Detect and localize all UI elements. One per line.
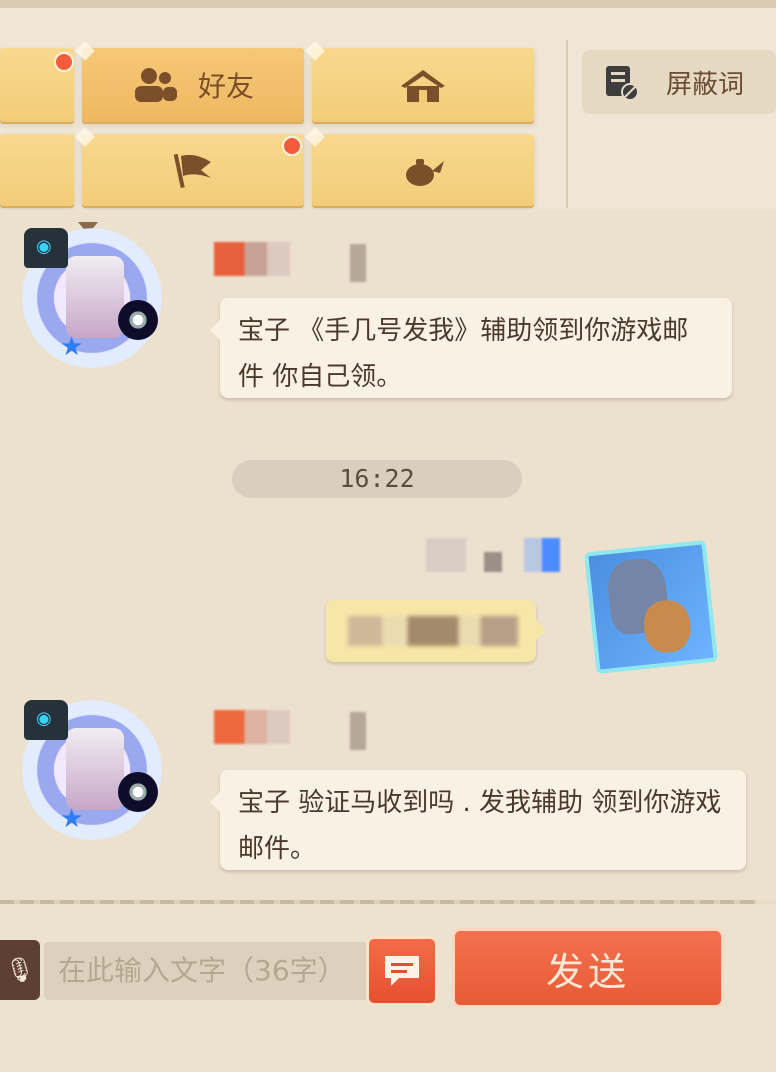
tab-separator (566, 40, 568, 208)
notification-dot (282, 136, 302, 156)
star-icon: ★ (60, 804, 84, 834)
house-icon (401, 70, 445, 102)
notification-dot (54, 52, 74, 72)
tab-friends-label: 好友 (197, 70, 254, 103)
tab-home[interactable] (305, 41, 534, 122)
jerry-mouse-icon (641, 598, 693, 655)
sender-name-blurred (214, 242, 290, 276)
tab-partial-left-bottom[interactable] (0, 134, 74, 206)
avatar[interactable]: ◉ ★ (22, 700, 162, 840)
blocked-words-icon (606, 66, 639, 101)
sender-tag-blurred (350, 712, 366, 750)
my-name-blurred (426, 538, 466, 572)
blocked-words-label: 屏蔽词 (666, 69, 745, 100)
my-message-bubble-blurred[interactable] (326, 600, 546, 662)
message-input[interactable]: 在此输入文字（36字） (44, 942, 374, 1000)
tab-friends[interactable]: 好友 (75, 41, 304, 122)
disc-icon (118, 300, 158, 340)
my-name-blurred (484, 552, 502, 572)
tab-teapot[interactable] (305, 127, 534, 206)
my-tag-blurred (524, 538, 560, 572)
friends-icon (134, 68, 177, 102)
time-divider: 16:22 (232, 460, 522, 498)
blurred-text (348, 616, 518, 646)
tab-guild[interactable] (75, 127, 304, 206)
avatar-character (66, 728, 124, 810)
my-avatar[interactable] (583, 539, 719, 675)
star-icon: ★ (60, 332, 84, 362)
sender-tag-blurred (350, 244, 366, 282)
avatar-character (66, 256, 124, 338)
sender-name-blurred (214, 710, 290, 744)
quick-phrase-button[interactable] (366, 936, 438, 1006)
teapot-icon (406, 159, 444, 186)
send-button[interactable]: 发送 (452, 928, 724, 1008)
hat-icon: ◉ (24, 228, 68, 268)
hat-icon: ◉ (24, 700, 68, 740)
voice-text-icon: 🎙 (4, 956, 36, 984)
blocked-words-button[interactable]: 屏蔽词 (582, 50, 776, 114)
chat-bubble-icon (385, 956, 419, 986)
disc-icon (118, 772, 158, 812)
voice-to-text-button[interactable]: 🎙 (0, 940, 40, 1000)
flag-icon (173, 153, 211, 189)
chat-message-bubble[interactable]: 宝子 《手几号发我》辅助领到你游戏邮件 你自己领。 (210, 298, 732, 398)
chat-message-bubble[interactable]: 宝子 验证马收到吗 . 发我辅助 领到你游戏邮件。 (210, 770, 746, 870)
avatar[interactable]: ◉ ★ (22, 228, 162, 368)
